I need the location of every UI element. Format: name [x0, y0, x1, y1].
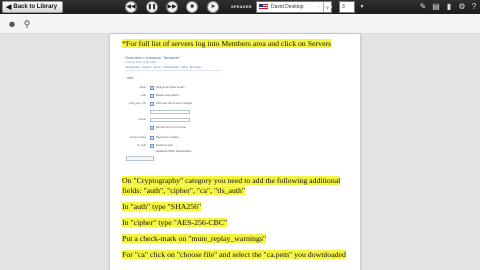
us-flag-icon	[259, 4, 268, 10]
doc-line-text: In "cipher" type "AES-256-CBC"	[122, 218, 228, 227]
stop-button[interactable]: ■	[186, 1, 198, 13]
shot-row-text: Push peer info to server settings	[156, 102, 192, 105]
speed-chevron-icon[interactable]: ▼	[357, 2, 367, 12]
doc-line-text: Put a check-mark on "mute_replay_warning…	[122, 234, 267, 243]
pause-icon: ❚❚	[147, 3, 157, 10]
edit-icon[interactable]: ✎	[418, 2, 428, 12]
voice-value: David Desktop	[271, 4, 304, 10]
stop-icon: ■	[190, 4, 194, 10]
speed-select[interactable]: 3	[339, 1, 355, 13]
shot-menu: Configuration · Instance · Server · Auth…	[125, 66, 202, 69]
speed-value: 3	[342, 4, 345, 10]
shot-row-text: Enable tls-auth	[156, 144, 173, 147]
doc-line: Put a check-mark on "mute_replay_warning…	[122, 234, 267, 243]
doc-line-text: In "auth" type "SHA256"	[122, 202, 202, 211]
shot-row: remote	[126, 118, 222, 123]
shot-row-label: connect-retries	[129, 136, 146, 139]
document-viewer[interactable]: *For full list of servers log into Membe…	[0, 34, 480, 270]
document-page: *For full list of servers log into Membe…	[110, 34, 360, 270]
doc-line-text: fields: "auth", "cipher", "ca", "tls_aut…	[122, 186, 246, 195]
shot-checkbox	[150, 126, 154, 130]
shot-dropdown	[126, 156, 154, 161]
shot-row: auth Enable extra options	[126, 94, 222, 99]
shot-checkbox	[150, 86, 154, 90]
bookmark-icon[interactable]: ▮	[444, 2, 454, 12]
shot-row-text: Remote host or ip of server	[156, 126, 187, 129]
doc-line: For "ca" click on "choose file" and sele…	[122, 250, 346, 259]
shot-input	[150, 110, 190, 114]
doc-line-text: For "ca" click on "choose file" and sele…	[122, 250, 346, 259]
shot-row: cipher Change the cipher & auth	[126, 86, 222, 91]
shot-heading: VPN	[127, 76, 134, 80]
shot-row-label: remote	[138, 118, 146, 121]
fast-forward-button[interactable]: ▶▶	[166, 1, 178, 13]
shot-row: Additional HMAC authentication	[126, 150, 222, 155]
back-arrow-icon: ◀	[6, 3, 12, 11]
doc-line: In "auth" type "SHA256"	[122, 202, 202, 211]
shot-row-text: Change the cipher & auth	[156, 86, 185, 89]
back-to-library-label: Back to Library	[13, 4, 58, 10]
speed-label: SPEED	[318, 4, 333, 9]
shot-row-label: push_peer_info	[128, 102, 146, 105]
shot-checkbox	[150, 144, 154, 148]
back-to-library-button[interactable]: ◀ Back to Library	[2, 1, 64, 13]
pause-button[interactable]: ❚❚	[146, 1, 158, 13]
shot-input	[150, 118, 190, 122]
doc-line: fields: "auth", "cipher", "ca", "tls_aut…	[122, 186, 246, 195]
shot-checkbox	[150, 136, 154, 140]
shot-row: tls_auth Enable tls-auth	[126, 144, 222, 149]
shot-checkbox	[150, 94, 154, 98]
shot-row: push_peer_info Push peer info to server …	[126, 102, 222, 107]
user-icon[interactable]: ☻	[6, 18, 18, 30]
reader-toolbar: ◀ Back to Library ◀◀ ❚❚ ▶▶ ■ ➤ SPEAKER D…	[0, 0, 480, 14]
fast-forward-icon: ▶▶	[167, 4, 177, 10]
doc-line-text: On "Cryptography" category you need to a…	[122, 176, 341, 185]
shot-row: Remote host or ip of server	[126, 126, 222, 131]
cursor-tool-button[interactable]: ➤	[207, 1, 219, 13]
embedded-screenshot: Overview » Instance "listname" « back to…	[124, 53, 224, 163]
dictionary-icon[interactable]: ▤	[431, 2, 441, 12]
secondary-toolbar: ☻ ⚲	[0, 14, 480, 34]
cursor-icon: ➤	[210, 4, 216, 10]
speaker-label: SPEAKER	[231, 4, 252, 9]
shot-subtitle: « back to basic config editor	[125, 61, 156, 64]
shot-divider	[125, 70, 221, 71]
doc-line-text: *For full list of servers log into Membe…	[122, 39, 332, 48]
rewind-icon: ◀◀	[126, 4, 136, 10]
shot-row	[126, 110, 222, 115]
search-icon[interactable]: ⚲	[21, 18, 33, 30]
shot-row: connect-retries Reconnect on failure	[126, 136, 222, 141]
doc-line: On "Cryptography" category you need to a…	[122, 176, 341, 185]
doc-line: In "cipher" type "AES-256-CBC"	[122, 218, 228, 227]
rewind-button[interactable]: ◀◀	[125, 1, 137, 13]
help-icon[interactable]: ?	[469, 2, 479, 12]
shot-row-text: Enable extra options	[156, 94, 179, 97]
shot-row-text: Reconnect on failure	[156, 136, 179, 139]
doc-line: *For full list of servers log into Membe…	[122, 39, 332, 48]
shot-row-label: auth	[141, 94, 146, 97]
shot-title: Overview » Instance "listname"	[125, 55, 181, 60]
shot-row-text: Additional HMAC authentication	[156, 150, 192, 153]
shot-row-label: cipher	[139, 86, 146, 89]
shot-row-label: tls_auth	[137, 144, 146, 147]
shot-checkbox	[150, 102, 154, 106]
settings-icon[interactable]: ⚙	[457, 2, 467, 12]
